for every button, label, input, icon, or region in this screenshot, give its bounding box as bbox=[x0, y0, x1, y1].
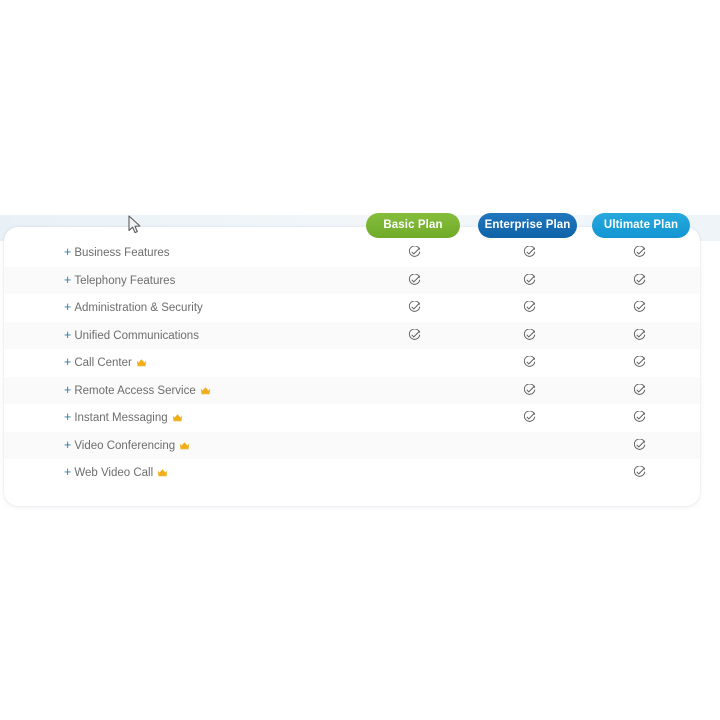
circle-check-icon bbox=[633, 246, 646, 259]
feature-expander-unified-communications[interactable]: + Unified Communications bbox=[64, 322, 199, 350]
circle-check-icon bbox=[633, 356, 646, 369]
circle-check-icon bbox=[523, 356, 536, 369]
circle-check-icon bbox=[523, 328, 536, 342]
feature-cell-ultimate bbox=[625, 294, 653, 322]
crown-icon bbox=[157, 461, 168, 489]
feature-row: + Remote Access Service bbox=[4, 376, 700, 405]
feature-label: Call Center bbox=[74, 357, 132, 369]
feature-label: Business Features bbox=[74, 247, 170, 259]
feature-row: + Call Center bbox=[4, 349, 700, 377]
circle-check-icon bbox=[633, 438, 646, 452]
feature-expander-video-conferencing[interactable]: + Video Conferencing bbox=[64, 432, 190, 460]
feature-cell-basic bbox=[400, 459, 428, 487]
feature-cell-ultimate bbox=[625, 239, 653, 267]
page-canvas: + Business Features + Telephony Features + Ad… bbox=[0, 0, 720, 720]
feature-cell-enterprise bbox=[515, 404, 543, 432]
feature-cell-enterprise bbox=[515, 322, 543, 350]
circle-check-icon bbox=[633, 301, 646, 314]
crown-icon bbox=[179, 434, 190, 462]
feature-cell-ultimate bbox=[625, 267, 653, 295]
feature-cell-enterprise bbox=[515, 459, 543, 487]
feature-row: + Web Video Call bbox=[4, 459, 700, 487]
feature-expander-telephony-features[interactable]: + Telephony Features bbox=[64, 267, 175, 295]
feature-row: + Business Features bbox=[4, 239, 700, 267]
plan-tab-enterprise[interactable]: Enterprise Plan bbox=[478, 213, 577, 238]
feature-cell-basic bbox=[400, 377, 428, 405]
plus-expander-icon[interactable]: + bbox=[64, 273, 71, 287]
circle-check-icon bbox=[408, 301, 421, 314]
crown-icon bbox=[200, 379, 211, 407]
plan-tab-ultimate[interactable]: Ultimate Plan bbox=[592, 213, 690, 238]
feature-label: Unified Communications bbox=[74, 329, 199, 342]
feature-row: + Instant Messaging bbox=[4, 404, 700, 432]
circle-check-icon bbox=[633, 328, 646, 342]
feature-row: + Video Conferencing bbox=[4, 431, 700, 460]
feature-expander-business-features[interactable]: + Business Features bbox=[64, 239, 170, 267]
plus-expander-icon[interactable]: + bbox=[64, 383, 71, 397]
plus-expander-icon[interactable]: + bbox=[64, 410, 71, 424]
feature-cell-enterprise bbox=[515, 377, 543, 405]
circle-check-icon bbox=[633, 411, 646, 424]
feature-comparison-table: + Business Features + Telephony Features + Ad… bbox=[4, 239, 700, 487]
plan-tab-basic[interactable]: Basic Plan bbox=[366, 213, 460, 238]
feature-cell-ultimate bbox=[625, 377, 653, 405]
feature-cell-enterprise bbox=[515, 294, 543, 322]
feature-cell-ultimate bbox=[625, 459, 653, 487]
feature-row: + Telephony Features bbox=[4, 266, 700, 295]
circle-check-icon bbox=[523, 383, 536, 397]
mouse-cursor-icon bbox=[128, 215, 142, 235]
circle-check-icon bbox=[523, 411, 536, 424]
feature-cell-ultimate bbox=[625, 432, 653, 460]
feature-expander-remote-access-service[interactable]: + Remote Access Service bbox=[64, 377, 211, 405]
circle-check-icon bbox=[523, 273, 536, 287]
feature-expander-web-video-call[interactable]: + Web Video Call bbox=[64, 459, 168, 487]
circle-check-icon bbox=[633, 383, 646, 397]
feature-cell-basic bbox=[400, 349, 428, 377]
plan-comparison-card: + Business Features + Telephony Features + Ad… bbox=[4, 227, 700, 506]
plus-expander-icon[interactable]: + bbox=[64, 465, 71, 479]
feature-label: Remote Access Service bbox=[74, 384, 196, 397]
feature-row: + Unified Communications bbox=[4, 321, 700, 350]
feature-cell-enterprise bbox=[515, 267, 543, 295]
feature-cell-basic bbox=[400, 432, 428, 460]
feature-cell-basic bbox=[400, 239, 428, 267]
feature-row: + Administration & Security bbox=[4, 294, 700, 322]
feature-cell-ultimate bbox=[625, 349, 653, 377]
feature-label: Telephony Features bbox=[74, 274, 176, 287]
circle-check-icon bbox=[633, 466, 646, 479]
plus-expander-icon[interactable]: + bbox=[64, 438, 71, 452]
plan-tabs: Basic Plan Enterprise Plan Ultimate Plan bbox=[0, 213, 720, 239]
feature-label: Video Conferencing bbox=[74, 439, 176, 452]
feature-cell-basic bbox=[400, 267, 428, 295]
circle-check-icon bbox=[633, 273, 646, 287]
circle-check-icon bbox=[523, 246, 536, 259]
feature-expander-instant-messaging[interactable]: + Instant Messaging bbox=[64, 404, 183, 432]
plus-expander-icon[interactable]: + bbox=[64, 245, 71, 259]
crown-icon bbox=[172, 406, 183, 434]
plus-expander-icon[interactable]: + bbox=[64, 355, 71, 369]
plus-expander-icon[interactable]: + bbox=[64, 328, 71, 342]
plus-expander-icon[interactable]: + bbox=[64, 300, 71, 314]
feature-cell-ultimate bbox=[625, 322, 653, 350]
feature-label: Instant Messaging bbox=[74, 412, 168, 424]
circle-check-icon bbox=[523, 301, 536, 314]
circle-check-icon bbox=[408, 273, 421, 287]
circle-check-icon bbox=[408, 328, 421, 342]
feature-label: Web Video Call bbox=[74, 467, 154, 479]
feature-expander-call-center[interactable]: + Call Center bbox=[64, 349, 147, 377]
feature-cell-enterprise bbox=[515, 239, 543, 267]
feature-cell-basic bbox=[400, 294, 428, 322]
circle-check-icon bbox=[408, 246, 421, 259]
feature-cell-basic bbox=[400, 322, 428, 350]
feature-cell-enterprise bbox=[515, 432, 543, 460]
feature-expander-administration-security[interactable]: + Administration & Security bbox=[64, 294, 203, 322]
crown-icon bbox=[136, 351, 147, 379]
feature-label: Administration & Security bbox=[74, 302, 203, 314]
feature-cell-enterprise bbox=[515, 349, 543, 377]
feature-cell-basic bbox=[400, 404, 428, 432]
feature-cell-ultimate bbox=[625, 404, 653, 432]
